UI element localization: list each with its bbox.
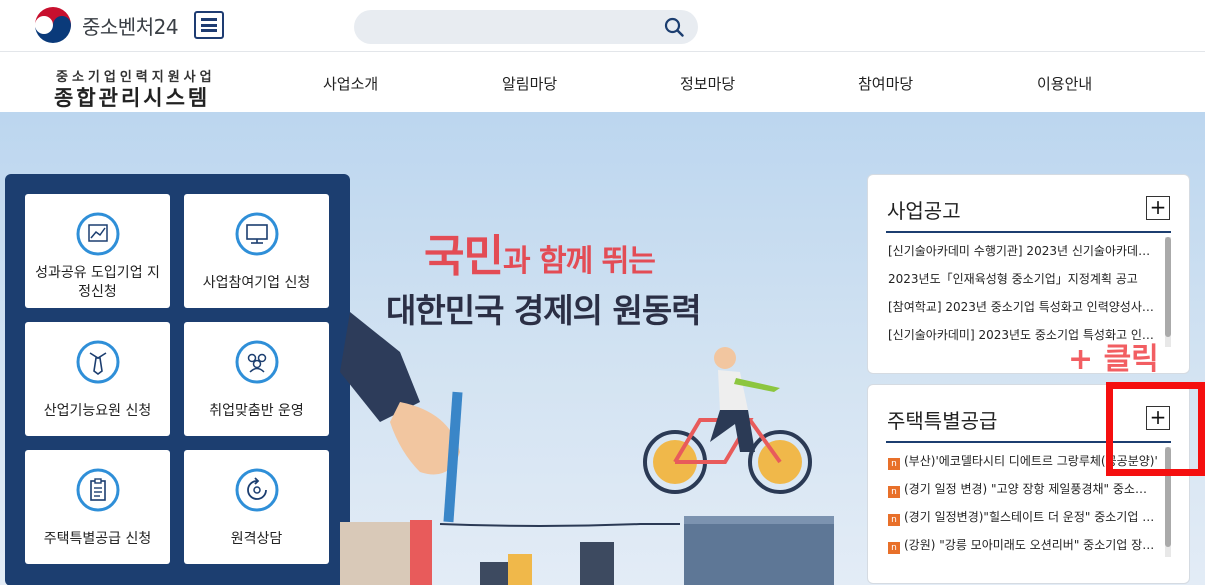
menu-icon-bar	[201, 23, 217, 27]
search-icon[interactable]	[664, 17, 684, 37]
search-input[interactable]	[370, 16, 650, 38]
quick-card-label: 주택특별공급 신청	[43, 531, 152, 547]
menu-icon-bar	[201, 29, 217, 32]
list-item-text: (강원) "강릉 모아미래도 오션리버" 중소기업 장기근속자 특별공급	[904, 538, 1158, 552]
list-item[interactable]: n (강원) "강릉 모아미래도 오션리버" 중소기업 장기근속자 특별공급	[888, 531, 1158, 559]
hero-illustration	[340, 312, 834, 585]
search-bar	[354, 10, 698, 44]
notice-board-more-button[interactable]: +	[1146, 196, 1170, 220]
building-shape	[480, 562, 510, 585]
quick-card-job-class[interactable]: 취업맞춤반 운영	[184, 322, 329, 436]
building-shape	[684, 520, 834, 585]
quick-card-housing-apply[interactable]: 주택특별공급 신청	[25, 450, 170, 564]
slogan-rest: 과 함께 뛰는	[502, 244, 656, 279]
people-icon	[235, 340, 278, 384]
building-shape	[684, 516, 834, 524]
nav-item-participation[interactable]: 참여마당	[858, 73, 913, 94]
list-item[interactable]: 2023년도「인재육성형 중소기업」지정계획 공고	[888, 265, 1158, 293]
hero-slogan-line1: 국민과 함께 뛰는	[424, 220, 656, 284]
new-badge-icon: n	[888, 486, 900, 498]
monitor-icon	[235, 212, 278, 256]
building-shape	[580, 542, 614, 585]
list-item[interactable]: [신기술아카데미 수행기관] 2023년 신기술아카데미 수행기관 모집 공고	[888, 237, 1158, 265]
list-item[interactable]: n (경기 일정 변경) "고양 장항 제일풍경채" 중소기업 특별공급	[888, 475, 1158, 503]
main-nav: 중소기업인력지원사업 종합관리시스템 사업소개 알림마당 정보마당 참여마당 이…	[0, 53, 1205, 112]
chart-icon	[76, 212, 119, 256]
quick-card-performance-sharing[interactable]: 성과공유 도입기업 지정신청	[25, 194, 170, 308]
clipboard-icon	[76, 468, 119, 512]
quick-menu-panel: 성과공유 도입기업 지정신청 사업참여기업 신청 산업기능요원 신청 취업맞춤반…	[5, 174, 350, 585]
building-shape	[508, 554, 532, 585]
scroll-thumb[interactable]	[1165, 237, 1171, 337]
building-shape	[410, 520, 432, 585]
new-badge-icon: n	[888, 458, 900, 470]
quick-card-industrial-agent[interactable]: 산업기능요원 신청	[25, 322, 170, 436]
list-item-text: (경기 일정 변경) "고양 장항 제일풍경채" 중소기업 특별공급	[904, 482, 1158, 496]
quick-card-label: 산업기능요원 신청	[43, 403, 152, 419]
site-logo-text[interactable]: 중소벤처24	[82, 11, 179, 40]
nav-item-information[interactable]: 정보마당	[680, 73, 735, 94]
tie-icon	[76, 340, 119, 384]
list-item[interactable]: [참여학교] 2023년 중소기업 특성화고 인력양성사업 참여학교 모집	[888, 293, 1158, 321]
refresh-icon	[235, 468, 278, 512]
hamburger-menu-button[interactable]	[194, 11, 224, 39]
notice-board-title: 사업공고	[887, 199, 961, 223]
government-logo-icon[interactable]	[34, 6, 72, 44]
top-bar: 중소벤처24	[0, 0, 1205, 52]
brand-title[interactable]: 종합관리시스템	[54, 82, 210, 112]
housing-board-title: 주택특별공급	[887, 409, 998, 433]
quick-card-company-apply[interactable]: 사업참여기업 신청	[184, 194, 329, 308]
nav-item-notices[interactable]: 알림마당	[502, 73, 557, 94]
list-item-text: (경기 일정변경)"힐스테이트 더 운정" 중소기업 특별공급	[904, 510, 1158, 524]
list-item[interactable]: n (경기 일정변경)"힐스테이트 더 운정" 중소기업 특별공급	[888, 503, 1158, 531]
nav-item-business-intro[interactable]: 사업소개	[323, 73, 378, 94]
quick-card-label: 원격상담	[230, 531, 283, 547]
hero-section: 성과공유 도입기업 지정신청 사업참여기업 신청 산업기능요원 신청 취업맞춤반…	[0, 112, 1205, 585]
slogan-highlight: 국민	[424, 231, 504, 282]
new-badge-icon: n	[888, 514, 900, 526]
rider-shirt	[718, 370, 748, 412]
nav-item-guide[interactable]: 이용안내	[1037, 73, 1092, 94]
quick-card-label: 성과공유 도입기업 지정신청	[35, 265, 160, 300]
board-divider	[886, 231, 1171, 233]
rider-head	[714, 347, 736, 369]
click-annotation-text: + 클릭	[1068, 342, 1159, 377]
notice-scrollbar[interactable]	[1165, 237, 1171, 347]
new-badge-icon: n	[888, 542, 900, 554]
quick-card-label: 취업맞춤반 운영	[209, 403, 304, 419]
menu-icon-bar	[201, 18, 217, 21]
quick-card-remote-consult[interactable]: 원격상담	[184, 450, 329, 564]
click-annotation-box	[1106, 382, 1205, 476]
quick-card-label: 사업참여기업 신청	[202, 275, 311, 291]
drawn-line	[439, 523, 680, 527]
notice-list: [신기술아카데미 수행기관] 2023년 신기술아카데미 수행기관 모집 공고 …	[888, 237, 1158, 349]
